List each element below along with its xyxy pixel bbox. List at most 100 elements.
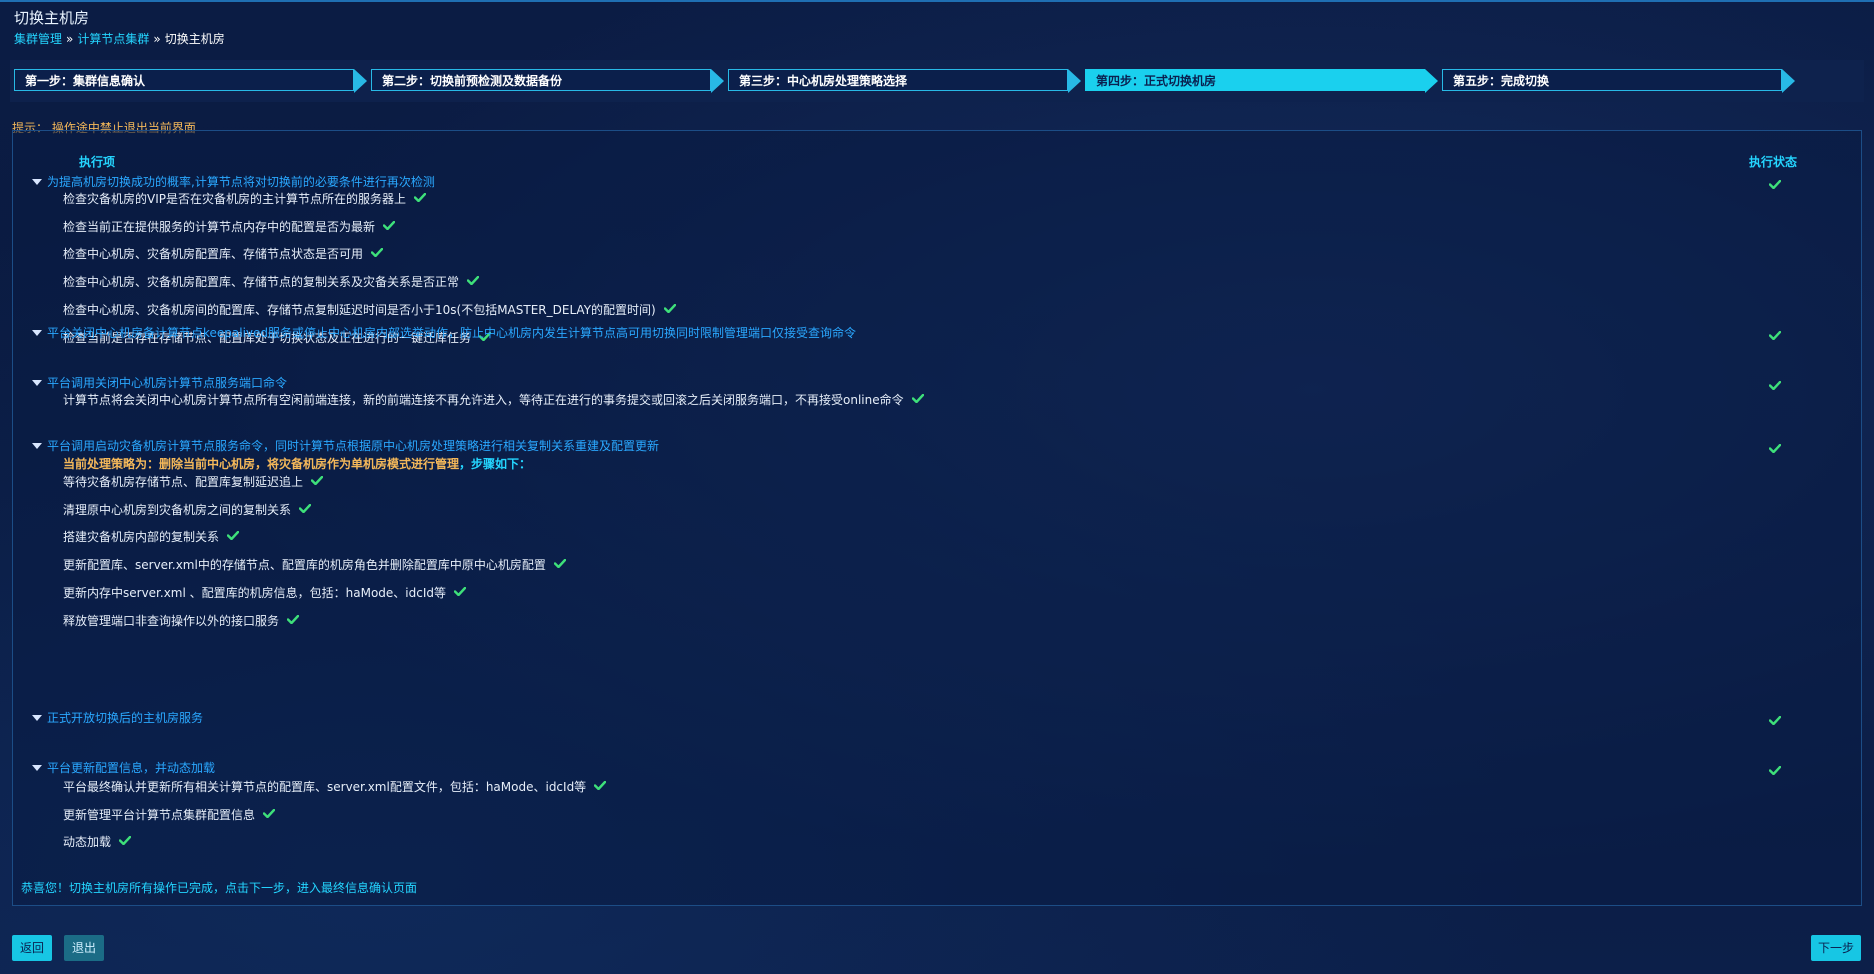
group-row[interactable]: 平台调用启动灾备机房计算节点服务命令，同时计算节点根据原中心机房处理策略进行相关…	[13, 437, 1853, 455]
group-row[interactable]: 正式开放切换后的主机房服务	[13, 709, 1853, 727]
execution-item-label: 动态加载	[63, 835, 112, 849]
top-border	[0, 0, 1874, 2]
caret-down-icon[interactable]	[32, 715, 42, 721]
strategy-highlight: 当前处理策略为：删除当前中心机房，将灾备机房作为单机房模式进行管理	[63, 457, 460, 471]
step-5: 第五步：完成切换	[1442, 69, 1795, 93]
execution-item: 释放管理端口非查询操作以外的接口服务	[63, 611, 300, 629]
step-2: 第二步：切换前预检测及数据备份	[371, 69, 724, 93]
strategy-line: 当前处理策略为：删除当前中心机房，将灾备机房作为单机房模式进行管理，步骤如下：	[63, 455, 531, 473]
check-icon	[663, 300, 676, 314]
breadcrumb-cluster-management[interactable]: 集群管理	[14, 32, 62, 46]
status-check-icon	[1768, 176, 1782, 190]
execution-item-label: 更新内存中server.xml 、配置库的机房信息，包括：haMode、idcI…	[63, 586, 446, 600]
caret-down-icon[interactable]	[32, 765, 42, 771]
status-check-icon	[1768, 440, 1782, 454]
page-title: 切换主机房	[14, 9, 90, 27]
step-label: 第一步：集群信息确认	[14, 69, 354, 91]
breadcrumb-current: 切换主机房	[164, 32, 225, 46]
execution-item: 检查当前正在提供服务的计算节点内存中的配置是否为最新	[63, 217, 396, 235]
execution-item-label: 平台最终确认并更新所有相关计算节点的配置库、server.xml配置文件，包括：…	[63, 780, 587, 794]
execution-item-label: 检查当前正在提供服务的计算节点内存中的配置是否为最新	[63, 220, 376, 234]
back-button[interactable]: 返回	[12, 935, 52, 961]
execution-item: 更新配置库、server.xml中的存储节点、配置库的机房角色并删除配置库中原中…	[63, 555, 567, 573]
execution-item-label: 更新管理平台计算节点集群配置信息	[63, 808, 256, 822]
execution-item-label: 更新配置库、server.xml中的存储节点、配置库的机房角色并删除配置库中原中…	[63, 558, 546, 572]
strategy-rest: ，步骤如下：	[459, 457, 532, 471]
execution-item: 更新内存中server.xml 、配置库的机房信息，包括：haMode、idcI…	[63, 583, 467, 601]
column-header-item: 执行项	[79, 155, 116, 169]
check-icon	[911, 390, 924, 404]
execution-item: 搭建灾备机房内部的复制关系	[63, 527, 240, 545]
execution-item-label: 等待灾备机房存储节点、配置库复制延迟追上	[63, 475, 304, 489]
execution-item: 检查中心机房、灾备机房配置库、存储节点的复制关系及灾备关系是否正常	[63, 272, 480, 290]
execution-item-label: 检查灾备机房的VIP是否在灾备机房的主计算节点所在的服务器上	[63, 192, 406, 206]
execution-item: 计算节点将会关闭中心机房计算节点所有空闲前端连接，新的前端连接不再允许进入，等待…	[63, 390, 924, 408]
caret-down-icon[interactable]	[32, 380, 42, 386]
execution-panel: 执行项 执行状态 为提高机房切换成功的概率,计算节点将对切换前的必要条件进行再次…	[12, 130, 1862, 906]
step-3: 第三步：中心机房处理策略选择	[728, 69, 1081, 93]
column-header-status: 执行状态	[1748, 155, 1797, 169]
check-icon	[298, 500, 312, 514]
execution-item: 检查中心机房、灾备机房间的配置库、存储节点复制延迟时间是否小于10s(不包括MA…	[63, 300, 676, 318]
breadcrumb-separator: »	[153, 32, 161, 46]
step-label: 第三步：中心机房处理策略选择	[728, 69, 1068, 91]
execution-item: 清理原中心机房到灾备机房之间的复制关系	[63, 500, 312, 518]
group-row[interactable]: 平台更新配置信息，并动态加载	[13, 759, 1853, 777]
execution-item-label: 检查中心机房、灾备机房配置库、存储节点的复制关系及灾备关系是否正常	[63, 275, 460, 289]
check-icon	[553, 555, 567, 569]
check-icon	[226, 527, 240, 541]
execution-item-label: 计算节点将会关闭中心机房计算节点所有空闲前端连接，新的前端连接不再允许进入，等待…	[63, 393, 904, 407]
execution-item-label: 清理原中心机房到灾备机房之间的复制关系	[63, 503, 292, 517]
step-label: 第四步：正式切换机房	[1085, 69, 1425, 91]
execution-item: 检查中心机房、灾备机房配置库、存储节点状态是否可用	[63, 244, 384, 262]
caret-down-icon[interactable]	[32, 330, 42, 336]
execution-item-label: 检查中心机房、灾备机房间的配置库、存储节点复制延迟时间是否小于10s(不包括MA…	[63, 303, 656, 317]
check-icon	[310, 472, 324, 486]
check-icon	[593, 777, 607, 791]
breadcrumb: 集群管理» 计算节点集群» 切换主机房	[14, 30, 225, 47]
execution-item: 动态加载	[63, 832, 132, 850]
step-4-active: 第四步：正式切换机房	[1085, 69, 1438, 93]
check-icon	[413, 189, 427, 203]
group-title: 正式开放切换后的主机房服务	[47, 711, 204, 725]
step-label: 第五步：完成切换	[1442, 69, 1782, 91]
check-icon	[466, 272, 480, 286]
step-1: 第一步：集群信息确认	[14, 69, 367, 93]
group-title: 平台更新配置信息，并动态加载	[47, 761, 216, 775]
step-arrow-icon	[1425, 69, 1438, 93]
status-check-icon	[1768, 327, 1782, 341]
group-title: 平台关闭中心机房备计算节点keepalived服务或停止中心机房内部选举动作，防…	[47, 326, 857, 340]
caret-down-icon[interactable]	[32, 179, 42, 185]
step-arrow-icon	[711, 69, 724, 93]
exit-button[interactable]: 退出	[64, 935, 104, 961]
completion-message: 恭喜您！切换主机房所有操作已完成，点击下一步，进入最终信息确认页面	[21, 881, 418, 895]
check-icon	[286, 611, 300, 625]
status-check-icon	[1768, 762, 1782, 776]
execution-item-label: 释放管理端口非查询操作以外的接口服务	[63, 614, 280, 628]
page-header: 切换主机房 集群管理» 计算节点集群» 切换主机房	[14, 8, 225, 47]
step-arrow-icon	[354, 69, 367, 93]
check-icon	[262, 805, 276, 819]
execution-item-label: 搭建灾备机房内部的复制关系	[63, 530, 220, 544]
step-arrow-icon	[1782, 69, 1795, 93]
execution-item: 等待灾备机房存储节点、配置库复制延迟追上	[63, 472, 324, 490]
check-icon	[453, 583, 467, 597]
group-title: 平台调用启动灾备机房计算节点服务命令，同时计算节点根据原中心机房处理策略进行相关…	[47, 439, 660, 453]
status-check-icon	[1768, 712, 1782, 726]
group-row[interactable]: 平台关闭中心机房备计算节点keepalived服务或停止中心机房内部选举动作，防…	[13, 324, 1853, 342]
execution-item: 检查灾备机房的VIP是否在灾备机房的主计算节点所在的服务器上	[63, 189, 427, 207]
check-icon	[118, 832, 132, 846]
execution-item: 更新管理平台计算节点集群配置信息	[63, 805, 276, 823]
execution-item: 平台最终确认并更新所有相关计算节点的配置库、server.xml配置文件，包括：…	[63, 777, 607, 795]
step-arrow-icon	[1068, 69, 1081, 93]
execution-item-label: 检查中心机房、灾备机房配置库、存储节点状态是否可用	[63, 247, 364, 261]
caret-down-icon[interactable]	[32, 443, 42, 449]
status-check-icon	[1768, 377, 1782, 391]
check-icon	[382, 217, 396, 231]
breadcrumb-separator: »	[66, 32, 74, 46]
steps-bar: 第一步：集群信息确认 第二步：切换前预检测及数据备份 第三步：中心机房处理策略选…	[10, 60, 1864, 102]
breadcrumb-compute-cluster[interactable]: 计算节点集群	[77, 32, 149, 46]
check-icon	[370, 244, 384, 258]
next-button[interactable]: 下一步	[1811, 935, 1861, 961]
step-label: 第二步：切换前预检测及数据备份	[371, 69, 711, 91]
